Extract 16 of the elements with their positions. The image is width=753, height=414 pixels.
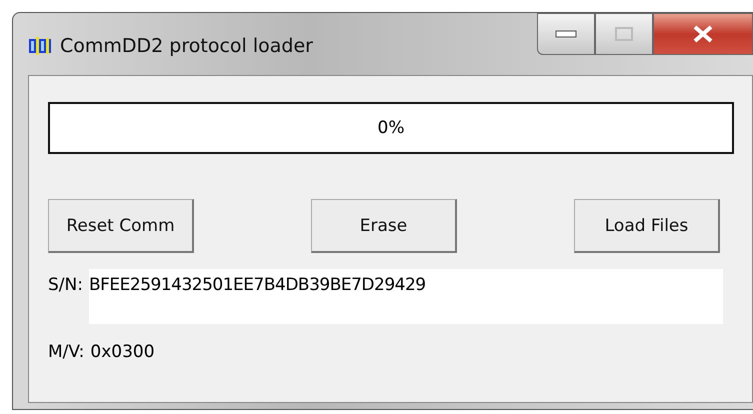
- minimize-icon: [555, 30, 577, 38]
- close-icon: [692, 25, 714, 43]
- serial-label: S/N:: [48, 274, 83, 295]
- action-button[interactable]: Load Files: [574, 199, 720, 253]
- minimize-button[interactable]: [537, 13, 595, 55]
- close-button[interactable]: [653, 13, 753, 55]
- app-icon: [28, 35, 52, 57]
- serial-field: BFEE2591432501EE7B4DB39BE7D29429: [88, 269, 723, 324]
- version-label: M/V:: [48, 341, 84, 362]
- window-title: CommDD2 protocol loader: [60, 35, 313, 57]
- version-value: 0x0300: [90, 341, 155, 362]
- progress-reading: 0%: [378, 118, 404, 138]
- maximize-button[interactable]: [595, 13, 653, 55]
- maximize-icon: [615, 27, 633, 41]
- action-button[interactable]: Reset Comm: [48, 199, 194, 253]
- action-button[interactable]: Erase: [311, 199, 457, 253]
